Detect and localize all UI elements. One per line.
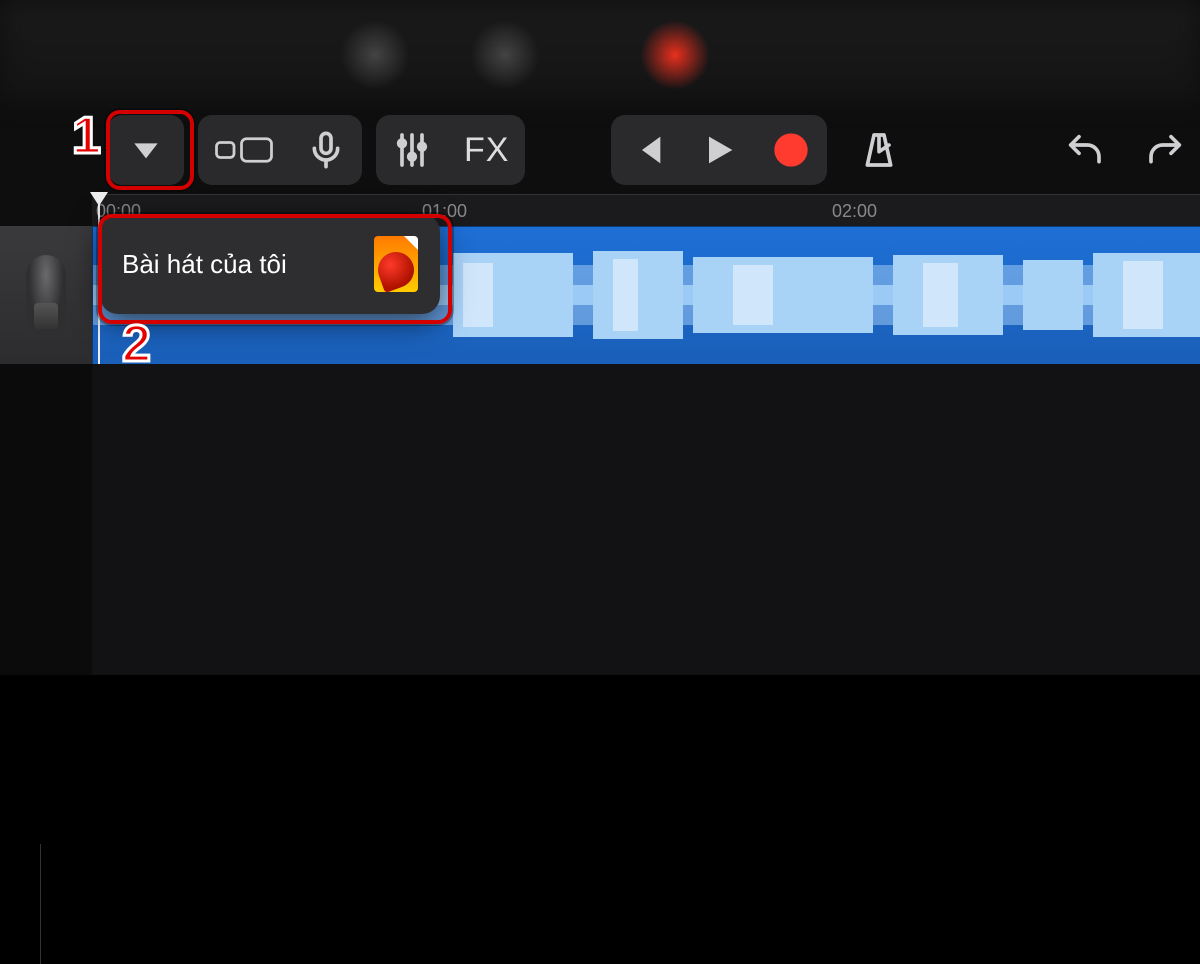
microphone-icon <box>306 130 346 170</box>
track-microphone-icon <box>26 255 66 335</box>
rewind-button[interactable] <box>611 115 683 185</box>
mixer-button[interactable] <box>376 115 448 185</box>
view-tools-group <box>198 115 362 185</box>
ruler-time-2: 02:00 <box>832 201 877 222</box>
blurred-header-area <box>0 0 1200 100</box>
track-view-button[interactable] <box>198 115 290 185</box>
highlight-step-1 <box>106 110 194 190</box>
empty-tracks-area <box>0 364 1200 675</box>
blurred-record-indicator <box>640 20 710 90</box>
record-icon <box>771 130 811 170</box>
sliders-icon <box>392 130 432 170</box>
transport-group <box>611 115 827 185</box>
record-button[interactable] <box>755 115 827 185</box>
metronome-icon <box>859 130 899 170</box>
fx-tools-group: FX <box>376 115 525 185</box>
undo-icon <box>1064 130 1104 170</box>
side-divider <box>40 844 41 964</box>
play-icon <box>699 130 739 170</box>
play-button[interactable] <box>683 115 755 185</box>
blurred-control <box>340 20 410 90</box>
redo-button-partial[interactable] <box>1136 115 1186 185</box>
undo-button[interactable] <box>1046 115 1122 185</box>
app-viewport: FX 00:00 <box>0 0 1200 675</box>
fx-button[interactable]: FX <box>448 115 525 185</box>
annotation-number-2: 2 <box>122 314 151 374</box>
blurred-control <box>470 20 540 90</box>
metronome-button[interactable] <box>841 115 917 185</box>
track-view-icon <box>214 130 274 170</box>
skip-back-icon <box>627 130 667 170</box>
fx-label: FX <box>464 131 509 170</box>
annotation-number-1: 1 <box>72 106 101 166</box>
microphone-button[interactable] <box>290 115 362 185</box>
track-header[interactable] <box>0 226 93 364</box>
track-headers-empty <box>0 364 92 675</box>
highlight-step-2 <box>98 214 452 324</box>
redo-icon <box>1146 130 1186 170</box>
